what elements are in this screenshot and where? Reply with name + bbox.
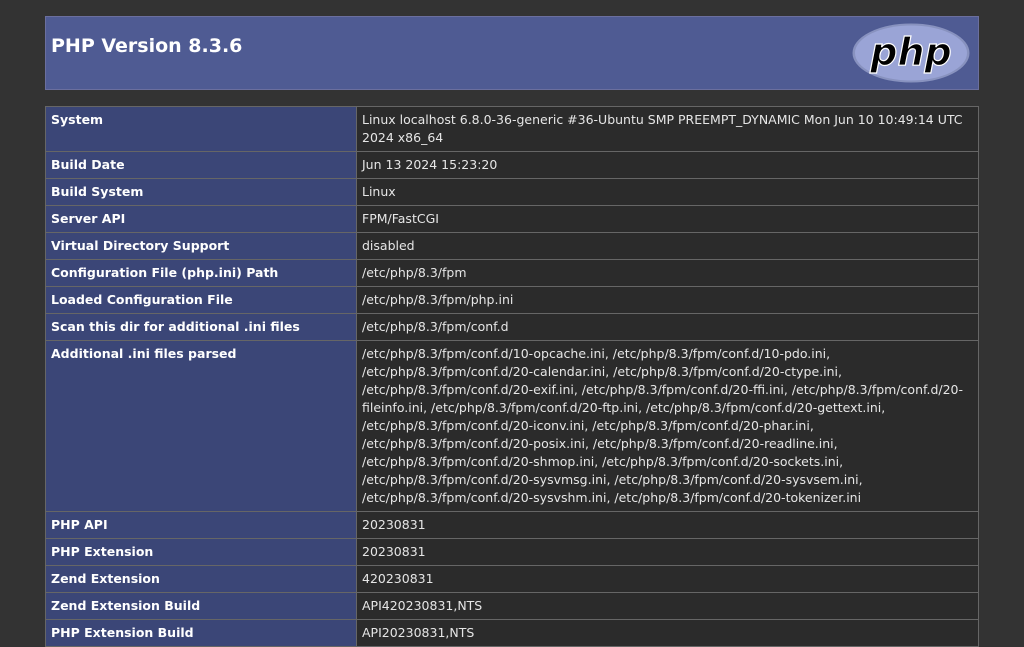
row-label: Build System [45, 178, 357, 206]
row-label: Zend Extension Build [45, 592, 357, 620]
row-value: API420230831,NTS [356, 592, 979, 620]
row-value: 20230831 [356, 511, 979, 539]
table-row: Zend Extension Build API420230831,NTS [45, 592, 979, 620]
row-value: Jun 13 2024 15:23:20 [356, 151, 979, 179]
table-row: Virtual Directory Support disabled [45, 232, 979, 260]
row-value: FPM/FastCGI [356, 205, 979, 233]
table-row: Server API FPM/FastCGI [45, 205, 979, 233]
table-row: System Linux localhost 6.8.0-36-generic #… [45, 106, 979, 152]
row-label: Server API [45, 205, 357, 233]
row-value: /etc/php/8.3/fpm/conf.d [356, 313, 979, 341]
row-label: Additional .ini files parsed [45, 340, 357, 512]
row-label: PHP Extension [45, 538, 357, 566]
row-label: Virtual Directory Support [45, 232, 357, 260]
version-header: PHP Version 8.3.6 php [45, 16, 979, 90]
row-value: /etc/php/8.3/fpm/php.ini [356, 286, 979, 314]
row-label: PHP API [45, 511, 357, 539]
row-label: PHP Extension Build [45, 619, 357, 647]
row-label: Configuration File (php.ini) Path [45, 259, 357, 287]
page-title: PHP Version 8.3.6 [51, 35, 243, 57]
row-value: Linux localhost 6.8.0-36-generic #36-Ubu… [356, 106, 979, 152]
table-row: PHP API 20230831 [45, 511, 979, 539]
row-label: Scan this dir for additional .ini files [45, 313, 357, 341]
row-value: /etc/php/8.3/fpm [356, 259, 979, 287]
row-label: Zend Extension [45, 565, 357, 593]
table-row: Loaded Configuration File/etc/php/8.3/fp… [45, 286, 979, 314]
table-row: PHP Extension Build API20230831,NTS [45, 619, 979, 647]
php-logo-text: php [869, 30, 951, 74]
row-value: Linux [356, 178, 979, 206]
table-row: PHP Extension 20230831 [45, 538, 979, 566]
row-value: API20230831,NTS [356, 619, 979, 647]
php-logo-icon: php [851, 22, 971, 84]
info-table: System Linux localhost 6.8.0-36-generic #… [45, 106, 979, 647]
table-row: Build Date Jun 13 2024 15:23:20 [45, 151, 979, 179]
row-label: System [45, 106, 357, 152]
table-row: Build System Linux [45, 178, 979, 206]
row-label: Loaded Configuration File [45, 286, 357, 314]
row-value: /etc/php/8.3/fpm/conf.d/10-opcache.ini, … [356, 340, 979, 512]
table-row: Zend Extension 420230831 [45, 565, 979, 593]
table-row: Additional .ini files parsed/etc/php/8.3… [45, 340, 979, 512]
table-row: Scan this dir for additional .ini files /… [45, 313, 979, 341]
phpinfo-page: PHP Version 8.3.6 php System Linux localh… [45, 16, 979, 647]
row-value: 420230831 [356, 565, 979, 593]
row-label: Build Date [45, 151, 357, 179]
row-value: disabled [356, 232, 979, 260]
row-value: 20230831 [356, 538, 979, 566]
table-row: Configuration File (php.ini) Path/etc/ph… [45, 259, 979, 287]
